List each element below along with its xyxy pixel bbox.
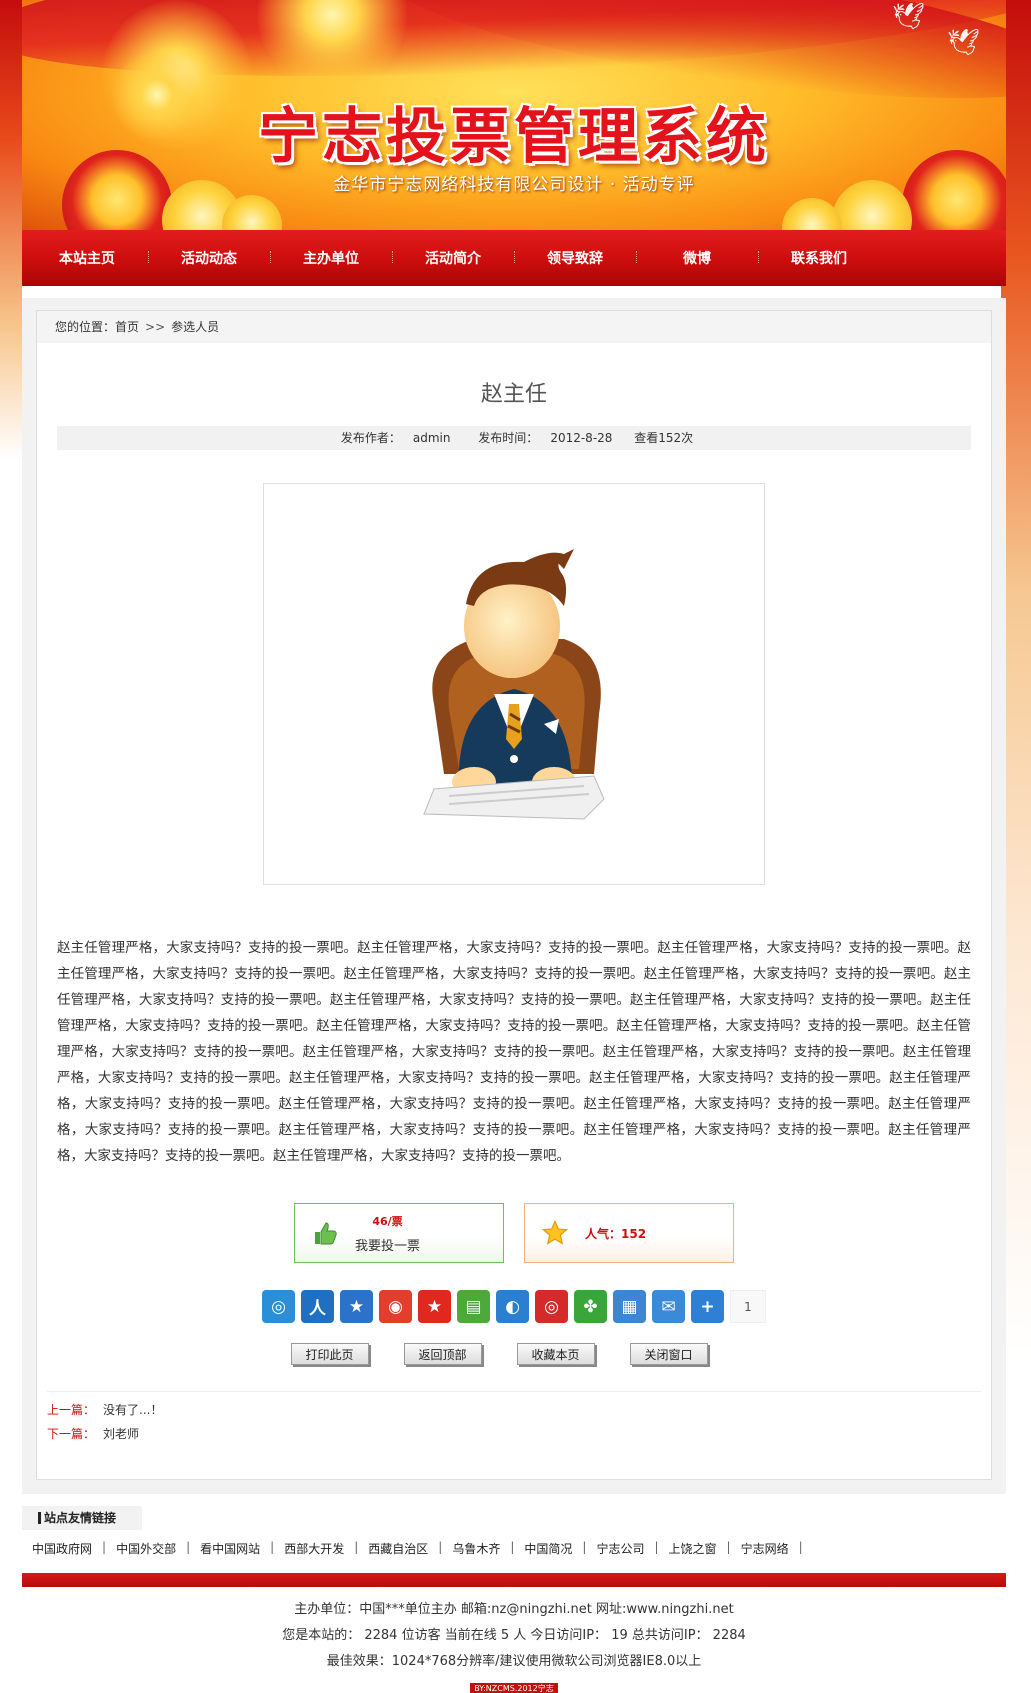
nav-item-weibo[interactable]: 微博 — [636, 248, 758, 268]
prev-article-link[interactable]: 没有了...！ — [103, 1403, 162, 1417]
link-divider: | — [270, 1540, 275, 1554]
dove-icon: 🕊 — [892, 2, 926, 32]
footer-visitor-stats: 您是本站的： 2284 位访客 当前在线 5 人 今日访问IP： 19 总共访问… — [282, 1628, 746, 1643]
renren-icon[interactable]: 人 — [301, 1290, 334, 1323]
kaixin-icon[interactable]: ✤ — [574, 1290, 607, 1323]
friend-link[interactable]: 中国简况 — [524, 1540, 572, 1557]
footer-red-bar — [22, 1573, 1006, 1587]
yellow-flower-decoration — [782, 198, 842, 230]
friend-links-list: 中国政府网 | 中国外交部 | 看中国网站 | 西部大开发 | 西藏自治区 | 乌鲁木齐 | 中国简况 |… — [22, 1540, 1006, 1557]
footer-best-view: 最佳效果：1024*768分辨率/建议使用微软公司浏览器IE8.0以上 — [326, 1654, 702, 1669]
candidate-photo — [263, 483, 765, 885]
next-article: 下一篇： 刘老师 — [47, 1422, 981, 1446]
vote-button-label: 我要投一票 — [355, 1238, 421, 1254]
share-count: 1 — [730, 1290, 766, 1323]
main-content-area: 您的位置：首页 >> 参选人员 赵主任 发布作者： admin 发布时间： 2012-8… — [22, 298, 1006, 1494]
friend-link[interactable]: 上饶之窗 — [669, 1540, 717, 1557]
netease-icon[interactable]: ◎ — [535, 1290, 568, 1323]
vote-button[interactable]: 46/票 我要投一票 — [294, 1203, 504, 1263]
friend-link[interactable]: 西部大开发 — [284, 1540, 344, 1557]
nav-item-contact[interactable]: 联系我们 — [758, 248, 880, 268]
friend-link[interactable]: 乌鲁木齐 — [452, 1540, 500, 1557]
bookmark-page-button[interactable]: 收藏本页 — [516, 1343, 595, 1365]
nav-item-leader-speech[interactable]: 领导致辞 — [514, 248, 636, 268]
link-divider: | — [102, 1540, 107, 1554]
author-label: 发布作者： — [340, 431, 401, 445]
author-value: admin — [412, 431, 451, 445]
sina-weibo-icon[interactable]: ◉ — [379, 1290, 412, 1323]
link-divider: | — [798, 1540, 803, 1554]
link-divider: | — [438, 1540, 443, 1554]
link-divider: | — [654, 1540, 659, 1554]
left-gradient-border — [0, 0, 22, 460]
dove-icon: 🕊 — [947, 28, 981, 58]
friend-link[interactable]: 宁志网络 — [741, 1540, 789, 1557]
breadcrumb-current-link[interactable]: 参选人员 — [171, 320, 219, 334]
friend-link[interactable]: 看中国网站 — [200, 1540, 260, 1557]
friend-link[interactable]: 中国外交部 — [116, 1540, 176, 1557]
popularity-box: 人气：152 — [524, 1203, 734, 1263]
vote-count: 46/票 — [372, 1214, 403, 1228]
bookmark-icon[interactable]: ▤ — [457, 1290, 490, 1323]
star-icon — [525, 1219, 585, 1247]
qzone-icon[interactable]: ◎ — [262, 1290, 295, 1323]
article-title: 赵主任 — [480, 382, 547, 407]
print-page-button[interactable]: 打印此页 — [290, 1343, 369, 1365]
link-divider: | — [354, 1540, 359, 1554]
main-nav: 本站主页 活动动态 主办单位 活动简介 领导致辞 微博 联系我们 — [22, 230, 1006, 286]
header-banner: 🕊 🕊 宁志投票管理系统 金华市宁志网络科技有限公司设计 · 活动专评 — [22, 0, 1006, 230]
firework-decoration — [257, 0, 407, 90]
close-window-button[interactable]: 关闭窗口 — [629, 1343, 708, 1365]
next-label: 下一篇： — [47, 1427, 96, 1441]
article-meta: 发布作者： admin 发布时间： 2012-8-28 查看152次 — [57, 426, 971, 450]
link-divider: | — [726, 1540, 731, 1554]
site-footer: 主办单位：中国***单位主办 邮箱:nz@ningzhi.net 网址:www.… — [22, 1597, 1006, 1693]
nav-item-activity-intro[interactable]: 活动简介 — [392, 248, 514, 268]
businessman-avatar-icon — [423, 549, 605, 820]
qq-star-icon[interactable]: ★ — [418, 1290, 451, 1323]
article-panel: 您的位置：首页 >> 参选人员 赵主任 发布作者： admin 发布时间： 2012-8… — [36, 310, 992, 1480]
share-toolbar: ◎ 人 ★ ◉ ★ ▤ ◐ ◎ ✤ ▦ ✉ +1 — [47, 1290, 981, 1323]
next-article-link[interactable]: 刘老师 — [103, 1427, 139, 1441]
link-divider: | — [186, 1540, 191, 1554]
breadcrumb-separator: >> — [145, 320, 166, 334]
friend-link[interactable]: 宁志公司 — [596, 1540, 644, 1557]
page-wrapper: 🕊 🕊 宁志投票管理系统 金华市宁志网络科技有限公司设计 · 活动专评 本站主页… — [22, 0, 1006, 1693]
prev-next-nav: 上一篇： 没有了...！ 下一篇： 刘老师 — [47, 1391, 981, 1446]
friend-link[interactable]: 中国政府网 — [32, 1540, 92, 1557]
more-icon[interactable]: + — [691, 1290, 724, 1323]
breadcrumb-home-link[interactable]: 首页 — [115, 320, 139, 334]
nav-item-activity-news[interactable]: 活动动态 — [148, 248, 270, 268]
footer-organizer: 主办单位：中国***单位主办 邮箱:nz@ningzhi.net 网址:www.… — [294, 1602, 734, 1617]
friend-links-title: 站点友情链接 — [22, 1506, 142, 1530]
print-icon[interactable]: ▦ — [613, 1290, 646, 1323]
link-divider: | — [582, 1540, 587, 1554]
vote-area: 46/票 我要投一票 人气：152 — [47, 1203, 981, 1263]
site-subtitle: 金华市宁志网络科技有限公司设计 · 活动专评 — [333, 175, 695, 195]
breadcrumb: 您的位置：首页 >> 参选人员 — [37, 311, 991, 343]
thumbs-up-icon — [295, 1220, 355, 1246]
popularity-value: 人气：152 — [585, 1226, 647, 1241]
breadcrumb-prefix: 您的位置： — [55, 320, 116, 334]
nav-item-home[interactable]: 本站主页 — [26, 248, 148, 268]
email-icon[interactable]: ✉ — [652, 1290, 685, 1323]
back-to-top-button[interactable]: 返回顶部 — [403, 1343, 482, 1365]
page-action-buttons: 打印此页 返回顶部 收藏本页 关闭窗口 — [17, 1343, 981, 1365]
footer-cms-badge: BY:NZCMS.2012宁志 — [470, 1683, 558, 1693]
article-body: 赵主任管理严格，大家支持吗？支持的投一票吧。赵主任管理严格，大家支持吗？支持的投… — [57, 940, 971, 1164]
tencent-icon[interactable]: ◐ — [496, 1290, 529, 1323]
favorite-icon[interactable]: ★ — [340, 1290, 373, 1323]
prev-article: 上一篇： 没有了...！ — [47, 1398, 981, 1422]
prev-label: 上一篇： — [47, 1403, 96, 1417]
time-label: 发布时间： — [478, 431, 539, 445]
link-divider: | — [510, 1540, 515, 1554]
friend-links-title-text: 站点友情链接 — [44, 1511, 117, 1525]
time-value: 2012-8-28 — [550, 431, 613, 445]
friend-link[interactable]: 西藏自治区 — [368, 1540, 428, 1557]
view-count: 查看152次 — [634, 431, 694, 445]
nav-item-organizer[interactable]: 主办单位 — [270, 248, 392, 268]
site-title: 宁志投票管理系统 — [258, 102, 770, 172]
